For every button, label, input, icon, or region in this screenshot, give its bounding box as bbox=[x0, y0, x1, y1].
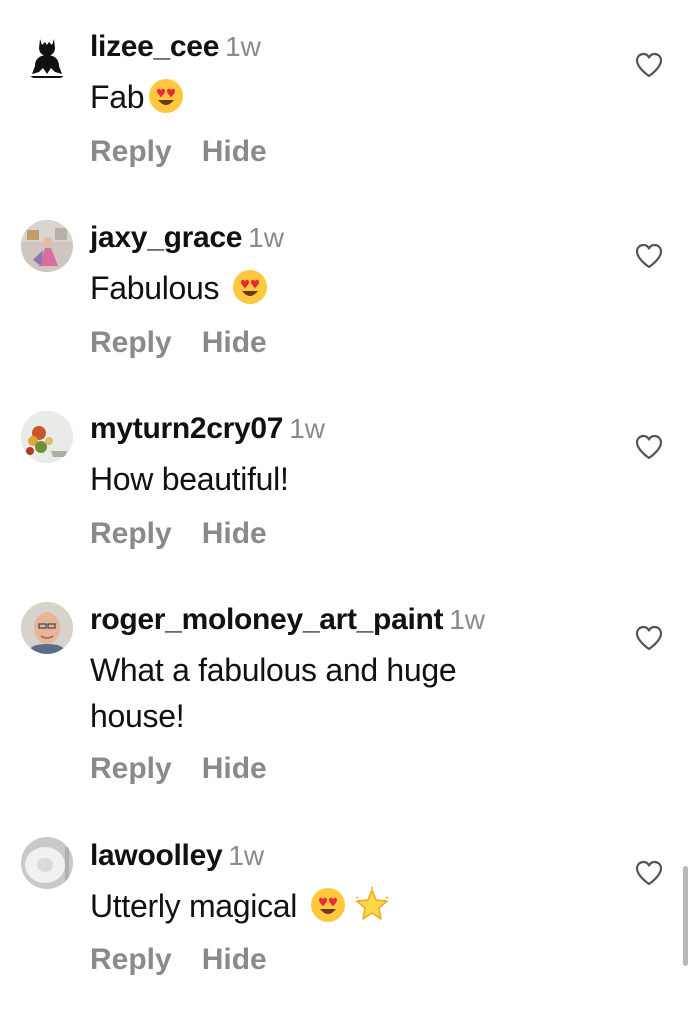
heart-eyes-emoji-icon bbox=[232, 269, 268, 305]
heart-outline-icon[interactable] bbox=[635, 625, 663, 651]
comment-text-block: Utterly magical bbox=[90, 883, 610, 929]
comment-timestamp: 1w bbox=[248, 222, 284, 253]
reply-button[interactable]: Reply bbox=[90, 752, 172, 785]
comment-text: What a fabulous and huge house! bbox=[90, 652, 457, 734]
comment-timestamp: 1w bbox=[228, 840, 265, 871]
hide-button[interactable]: Hide bbox=[202, 135, 267, 168]
reply-button[interactable]: Reply bbox=[90, 326, 172, 359]
comments-list: lizee_cee 1w Fab Reply Hide jaxy_grace 1w bbox=[0, 0, 694, 1023]
hide-button[interactable]: Hide bbox=[202, 326, 267, 359]
heart-eyes-emoji-icon bbox=[148, 78, 184, 114]
comment-username[interactable]: myturn2cry07 bbox=[90, 412, 283, 445]
avatar[interactable] bbox=[21, 602, 73, 654]
avatar[interactable] bbox=[21, 220, 73, 272]
heart-outline-icon[interactable] bbox=[635, 860, 663, 886]
comment-username[interactable]: roger_moloney_art_paint bbox=[90, 603, 444, 636]
heart-eyes-emoji-icon bbox=[310, 887, 346, 923]
comment-timestamp: 1w bbox=[289, 413, 325, 444]
reply-button[interactable]: Reply bbox=[90, 517, 172, 550]
comment-timestamp: 1w bbox=[449, 604, 485, 635]
comment-username[interactable]: jaxy_grace bbox=[90, 221, 242, 254]
glowing-star-emoji-icon bbox=[354, 887, 390, 923]
comment-timestamp: 1w bbox=[225, 31, 261, 62]
hide-button[interactable]: Hide bbox=[202, 752, 267, 785]
avatar[interactable] bbox=[21, 837, 73, 889]
comment-text-block: What a fabulous and huge house! bbox=[90, 647, 530, 739]
comment-text: Fab bbox=[90, 79, 145, 115]
comment-text-block: Fabulous bbox=[90, 265, 610, 311]
comment-text: Fabulous bbox=[90, 270, 228, 306]
comment-text-block: How beautiful! bbox=[90, 456, 610, 502]
avatar[interactable] bbox=[21, 30, 73, 82]
heart-outline-icon[interactable] bbox=[635, 52, 663, 78]
hide-button[interactable]: Hide bbox=[202, 943, 267, 976]
hide-button[interactable]: Hide bbox=[202, 517, 267, 550]
avatar[interactable] bbox=[21, 411, 73, 463]
comment-username[interactable]: lizee_cee bbox=[90, 30, 219, 63]
heart-outline-icon[interactable] bbox=[635, 243, 663, 269]
comment-text-block: Fab bbox=[90, 74, 610, 120]
comment-text: How beautiful! bbox=[90, 461, 289, 497]
comment-text: Utterly magical bbox=[90, 888, 306, 924]
heart-outline-icon[interactable] bbox=[635, 434, 663, 460]
reply-button[interactable]: Reply bbox=[90, 135, 172, 168]
reply-button[interactable]: Reply bbox=[90, 943, 172, 976]
scrollbar[interactable] bbox=[683, 866, 688, 966]
comment-username[interactable]: lawoolley bbox=[90, 839, 223, 872]
